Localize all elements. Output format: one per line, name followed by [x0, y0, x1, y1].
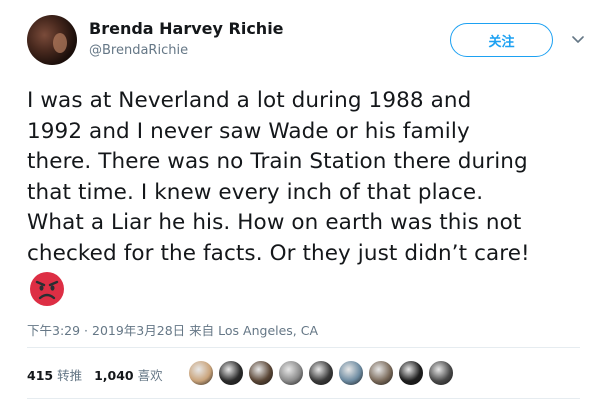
tweet-line: that time. I knew every inch of that pla…	[27, 179, 484, 205]
tweet-text: I was at Neverland a lot during 1988 and…	[27, 86, 592, 269]
retweet-stat[interactable]: 415 转推	[27, 365, 82, 384]
liker-avatar[interactable]	[428, 360, 454, 386]
liker-avatar[interactable]	[398, 360, 424, 386]
from-label: 来自	[189, 323, 215, 338]
follow-button[interactable]: 关注	[450, 23, 553, 57]
liker-avatar[interactable]	[308, 360, 334, 386]
tweet-time[interactable]: 下午3:29	[27, 323, 80, 338]
like-count: 1,040	[94, 368, 134, 383]
angry-face-icon	[30, 272, 64, 306]
liker-avatars	[188, 360, 458, 386]
like-stat[interactable]: 1,040 喜欢	[94, 365, 163, 384]
like-label: 喜欢	[137, 368, 163, 383]
chevron-down-icon[interactable]	[572, 36, 584, 44]
liker-avatar[interactable]	[248, 360, 274, 386]
tweet-meta: 下午3:29 · 2019年3月28日 来自 Los Angeles, CA	[27, 323, 319, 338]
tweet-date[interactable]: 2019年3月28日	[92, 323, 185, 338]
retweet-label: 转推	[57, 368, 83, 383]
tweet-line: What a Liar he his. How on earth was thi…	[27, 210, 522, 235]
divider	[27, 347, 580, 348]
retweet-count: 415	[27, 368, 54, 383]
liker-avatar[interactable]	[278, 360, 304, 386]
liker-avatar[interactable]	[338, 360, 364, 386]
tweet-location[interactable]: Los Angeles, CA	[218, 323, 318, 338]
liker-avatar[interactable]	[188, 360, 214, 386]
tweet-line: 1992 and I never saw Wade or his family	[27, 118, 470, 144]
divider	[27, 398, 580, 399]
liker-avatar[interactable]	[368, 360, 394, 386]
tweet-line: checked for the facts. Or they just didn…	[27, 240, 530, 266]
liker-avatar[interactable]	[218, 360, 244, 386]
engagement-stats: 415 转推 1,040 喜欢	[27, 365, 175, 384]
tweet-line: I was at Neverland a lot during 1988 and	[27, 88, 472, 113]
tweet-line: there. There was no Train Station there …	[27, 149, 528, 174]
display-name[interactable]: Brenda Harvey Richie	[89, 19, 284, 38]
user-handle[interactable]: @BrendaRichie	[89, 43, 188, 58]
avatar[interactable]	[27, 15, 77, 65]
